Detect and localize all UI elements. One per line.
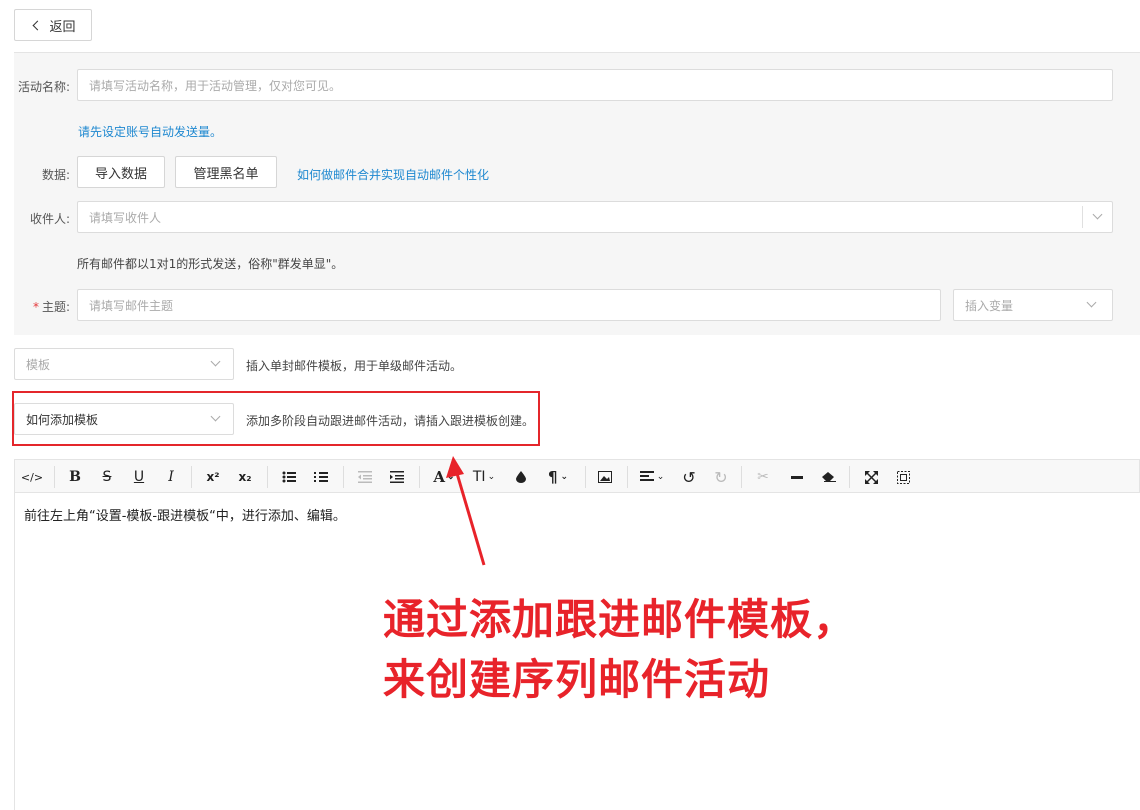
page: 返回 活动名称: 请填写活动名称，用于活动管理，仅对您可见。 请先设定账号自动发… xyxy=(0,0,1140,810)
annotation-line-1: 通过添加跟进邮件模板， xyxy=(383,595,857,644)
annotation-line-2: 来创建序列邮件活动 xyxy=(383,655,771,704)
